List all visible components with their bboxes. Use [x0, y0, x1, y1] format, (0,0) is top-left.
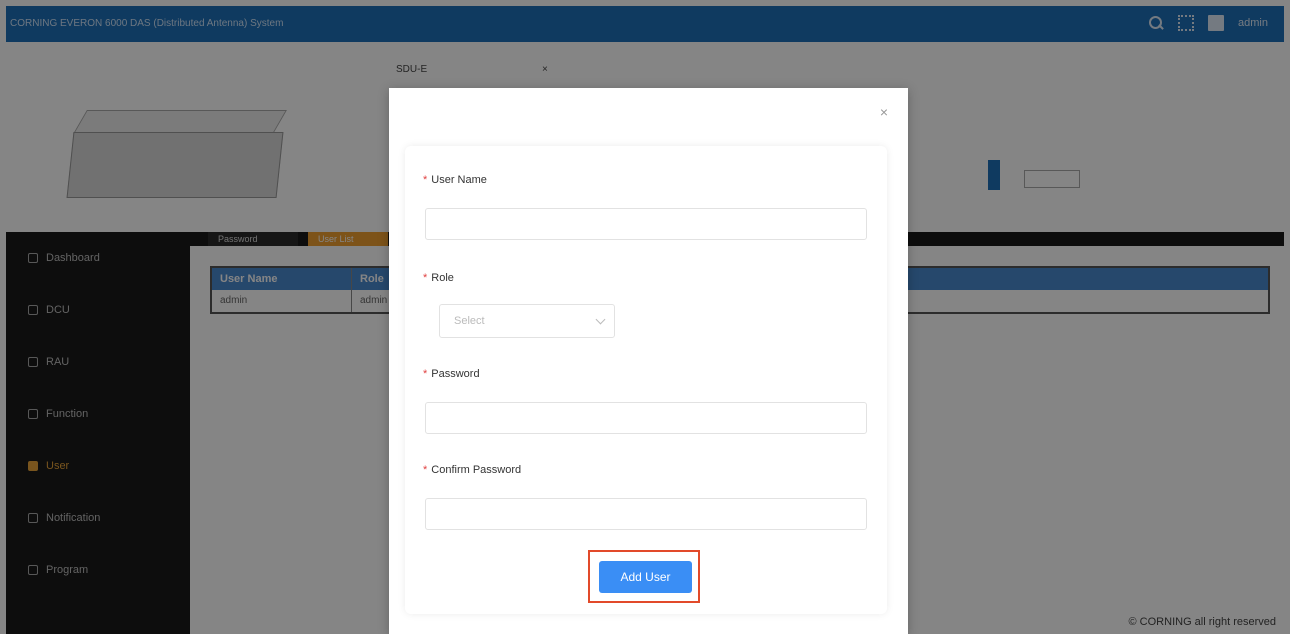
add-user-button[interactable]: Add User	[599, 561, 692, 593]
add-user-form: * User Name * Role Select * Password * Confi…	[405, 146, 887, 614]
required-mark: *	[423, 174, 428, 186]
confirm-password-label: * Confirm Password	[423, 464, 521, 476]
password-input[interactable]	[425, 402, 867, 434]
required-mark: *	[423, 272, 428, 284]
close-icon[interactable]: ×	[878, 105, 890, 119]
username-label: * User Name	[423, 174, 487, 186]
username-label-text: User Name	[431, 174, 487, 186]
required-mark: *	[423, 464, 428, 476]
confirm-password-input[interactable]	[425, 498, 867, 530]
required-mark: *	[423, 368, 428, 380]
role-label-text: Role	[431, 272, 454, 284]
password-label-text: Password	[431, 368, 480, 380]
role-label: * Role	[423, 272, 454, 284]
confirm-password-label-text: Confirm Password	[431, 464, 522, 476]
password-label: * Password	[423, 368, 480, 380]
role-select-placeholder: Select	[454, 315, 485, 327]
username-input[interactable]	[425, 208, 867, 240]
chevron-down-icon	[595, 314, 606, 325]
role-select[interactable]: Select	[439, 304, 615, 338]
